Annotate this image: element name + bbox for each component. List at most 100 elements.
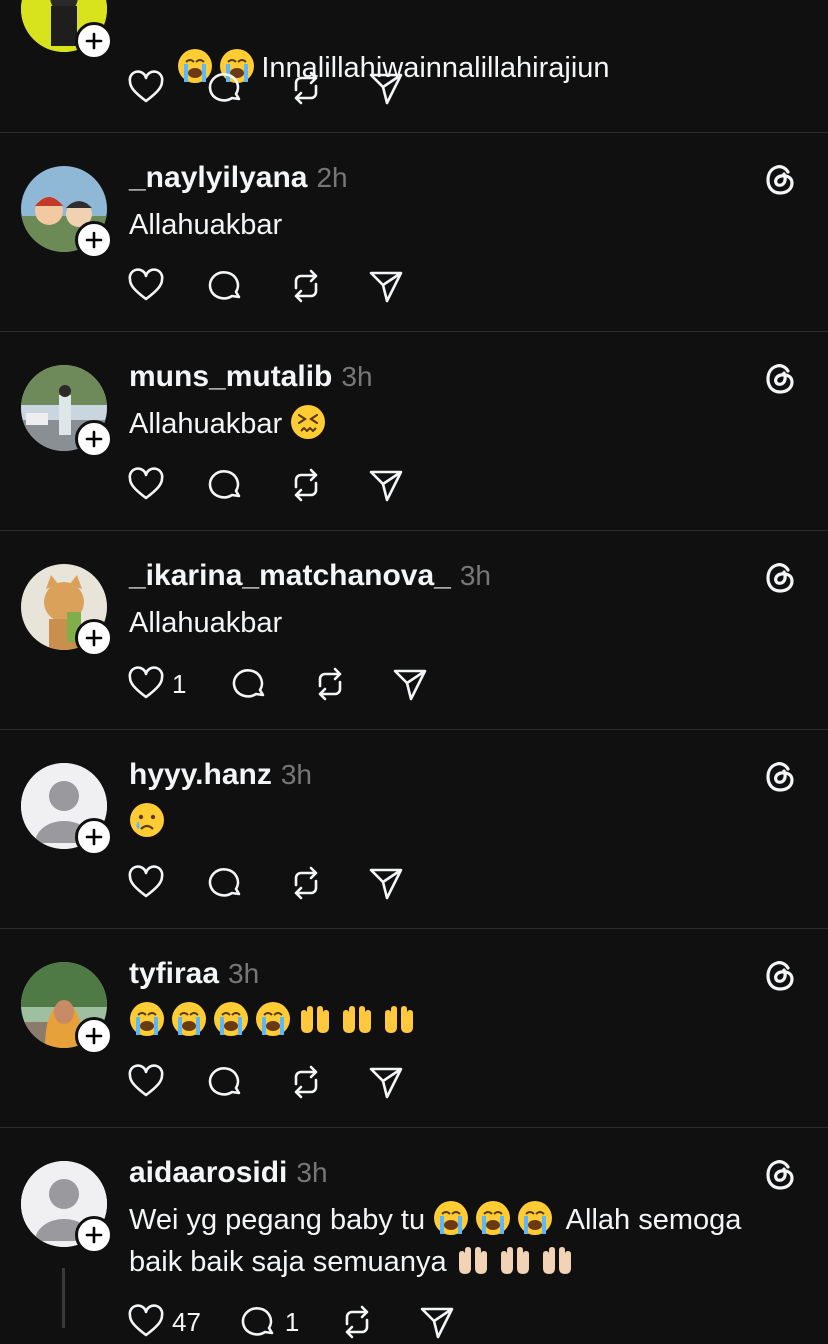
follow-button[interactable]	[75, 221, 113, 259]
repost-button[interactable]	[337, 1300, 377, 1344]
reply-button[interactable]	[206, 861, 246, 905]
repost-button[interactable]	[286, 66, 326, 110]
threads-logo-icon[interactable]	[760, 1155, 800, 1195]
reply-button[interactable]	[206, 264, 246, 308]
heart-icon	[128, 268, 164, 301]
loudly-crying-face-emoji	[213, 1001, 249, 1037]
reply-button[interactable]	[206, 66, 246, 110]
heart-icon	[128, 467, 164, 500]
send-icon	[369, 1067, 403, 1099]
like-count: 1	[172, 668, 187, 699]
loudly-crying-face-emoji	[255, 1001, 291, 1037]
comment-icon	[208, 271, 241, 300]
reply-button[interactable]: 1	[239, 1300, 307, 1344]
repost-icon	[294, 269, 318, 303]
post[interactable]: hyyy.hanz 3h	[0, 730, 828, 928]
threads-logo-icon[interactable]	[760, 757, 800, 797]
share-button[interactable]	[366, 264, 406, 308]
threads-logo-icon[interactable]	[760, 558, 800, 598]
comment-icon	[241, 1307, 274, 1336]
reply-button[interactable]	[206, 1060, 246, 1104]
comment-icon	[208, 470, 241, 499]
username[interactable]: tyfiraa	[129, 957, 219, 991]
like-button[interactable]	[126, 264, 166, 308]
like-button[interactable]: 1	[126, 662, 194, 706]
post[interactable]: _ikarina_matchanova_ 3h Allahuakbar 1	[0, 531, 828, 729]
like-button[interactable]: 47	[126, 1300, 209, 1344]
crying-face-emoji	[129, 802, 165, 838]
comment-icon	[208, 868, 241, 897]
raised-hands-emoji	[381, 1001, 417, 1037]
like-count: 47	[172, 1306, 201, 1337]
like-button[interactable]	[126, 1060, 166, 1104]
loudly-crying-face-emoji	[171, 1001, 207, 1037]
plus-icon	[85, 32, 103, 50]
follow-button[interactable]	[75, 22, 113, 60]
send-icon	[369, 271, 403, 303]
like-button[interactable]	[126, 463, 166, 507]
post-time: 3h	[280, 759, 312, 790]
post-text	[129, 801, 789, 843]
threads-logo-icon[interactable]	[760, 956, 800, 996]
send-icon	[421, 1307, 454, 1339]
post-time: 3h	[228, 958, 260, 989]
post-actions	[126, 861, 446, 905]
raised-hands-emoji	[297, 1001, 333, 1037]
post[interactable]: aidaarosidi 3h Wei yg pegang baby tu All…	[0, 1128, 828, 1339]
post-time: 3h	[341, 361, 373, 392]
raised-hands-emoji	[539, 1242, 575, 1278]
post[interactable]: _naylyilyana 2h Allahuakbar	[0, 133, 828, 331]
follow-button[interactable]	[75, 818, 113, 856]
username[interactable]: _ikarina_matchanova_	[129, 559, 451, 593]
post[interactable]: Innalillahiwainnalillahirajiun	[0, 0, 828, 132]
reply-button[interactable]	[230, 662, 270, 706]
post-time: 3h	[459, 560, 491, 591]
share-button[interactable]	[366, 861, 406, 905]
share-button[interactable]	[417, 1300, 457, 1344]
post-text: Allahuakbar	[129, 403, 789, 445]
threads-logo-icon[interactable]	[760, 359, 800, 399]
loudly-crying-face-emoji	[517, 1200, 553, 1236]
follow-button[interactable]	[75, 619, 113, 657]
follow-button[interactable]	[75, 1216, 113, 1254]
repost-button[interactable]	[310, 662, 350, 706]
send-icon	[369, 868, 403, 900]
raised-hands-emoji	[339, 1001, 375, 1037]
repost-button[interactable]	[286, 264, 326, 308]
post[interactable]: muns_mutalib 3h Allahuakbar	[0, 332, 828, 530]
confounded-face-emoji	[290, 404, 326, 440]
reply-button[interactable]	[206, 463, 246, 507]
loudly-crying-face-emoji	[433, 1200, 469, 1236]
username[interactable]: hyyy.hanz	[129, 758, 272, 792]
share-button[interactable]	[390, 662, 430, 706]
username[interactable]: _naylyilyana	[129, 161, 307, 195]
repost-icon	[346, 1305, 369, 1339]
post[interactable]: tyfiraa 3h	[0, 929, 828, 1127]
post-header: muns_mutalib 3h	[129, 360, 373, 396]
username[interactable]: muns_mutalib	[129, 360, 332, 394]
plus-icon	[85, 828, 103, 846]
like-button[interactable]	[126, 66, 166, 110]
follow-button[interactable]	[75, 1017, 113, 1055]
plus-icon	[85, 231, 103, 249]
username[interactable]: aidaarosidi	[129, 1156, 287, 1190]
threads-logo-icon[interactable]	[760, 160, 800, 200]
post-header: _naylyilyana 2h	[129, 161, 348, 197]
post-time: 2h	[316, 162, 348, 193]
share-button[interactable]	[366, 463, 406, 507]
thread-line	[62, 1268, 65, 1328]
follow-button[interactable]	[75, 420, 113, 458]
plus-icon	[85, 1027, 103, 1045]
repost-button[interactable]	[286, 463, 326, 507]
share-button[interactable]	[366, 66, 406, 110]
repost-button[interactable]	[286, 1060, 326, 1104]
send-icon	[369, 73, 403, 105]
like-button[interactable]	[126, 861, 166, 905]
share-button[interactable]	[366, 1060, 406, 1104]
post-actions	[126, 1060, 446, 1104]
repost-button[interactable]	[286, 861, 326, 905]
repost-icon	[294, 468, 318, 502]
comment-icon	[208, 73, 241, 102]
plus-icon	[85, 1226, 103, 1244]
heart-icon	[128, 1304, 164, 1337]
